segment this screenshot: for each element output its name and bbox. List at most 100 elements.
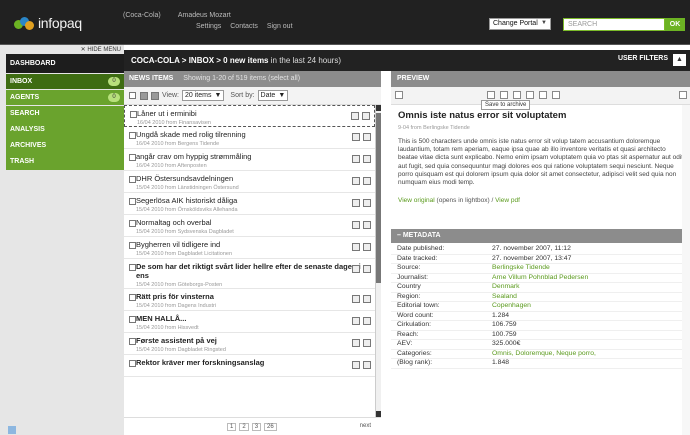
sidebar-item-search[interactable]: SEARCH (6, 106, 124, 122)
page-1-link[interactable]: 1 (227, 423, 237, 431)
news-list-scrollbar[interactable] (375, 105, 381, 417)
item-title[interactable]: Ungdå skade med rolig tilrenning (136, 130, 375, 139)
item-title[interactable]: angår crav om hyppig strømmåling (136, 152, 375, 161)
delete-icon[interactable] (363, 339, 371, 347)
delete-icon[interactable] (363, 295, 371, 303)
sidebar-item-inbox[interactable]: INBOX 0 (6, 74, 124, 89)
list-item[interactable]: Første assistent på vej 15/04 2010 from D… (124, 333, 375, 355)
metadata-value[interactable]: Sealand (492, 293, 517, 302)
archive-icon[interactable] (140, 91, 148, 100)
metadata-value[interactable]: Denmark (492, 283, 520, 292)
page-2-link[interactable]: 2 (239, 423, 249, 431)
archive-icon[interactable] (352, 339, 360, 347)
tag-icon[interactable] (526, 91, 534, 99)
user-filters-button[interactable]: USER FILTERS (618, 55, 668, 62)
item-title[interactable]: MEN HALLÅ... (136, 314, 375, 323)
item-title[interactable]: Rektor kräver mer forskningsanslag (136, 358, 375, 367)
item-title[interactable]: Segerlösa AIK historiskt dåliga (136, 196, 375, 205)
scroll-up-icon[interactable] (376, 105, 381, 111)
scrollbar-thumb[interactable] (376, 113, 381, 283)
sign-out-link[interactable]: Sign out (267, 23, 293, 30)
list-item[interactable]: Segerlösa AIK historiskt dåliga 15/04 201… (124, 193, 375, 215)
list-item[interactable]: Normaltag och overbal 15/04 2010 from Syd… (124, 215, 375, 237)
row-checkbox[interactable] (129, 198, 136, 205)
archive-icon[interactable] (352, 243, 360, 251)
archive-icon[interactable] (352, 133, 360, 141)
archive-icon[interactable] (352, 265, 360, 273)
delete-icon[interactable] (363, 265, 371, 273)
sidebar-item-archives[interactable]: ARCHIVES (6, 138, 124, 154)
archive-icon[interactable] (352, 221, 360, 229)
metadata-header[interactable]: – METADATA (391, 229, 690, 243)
list-item[interactable]: angår crav om hyppig strømmåling 16/04 20… (124, 149, 375, 171)
sidebar-item-dashboard[interactable]: DASHBOARD (6, 54, 124, 73)
expand-icon[interactable] (679, 91, 687, 99)
row-checkbox[interactable] (129, 360, 136, 367)
collapse-up-icon[interactable]: ▲ (673, 54, 686, 66)
row-checkbox[interactable] (129, 338, 136, 345)
metadata-value[interactable]: Omnis, Doloremque, Neque porro, (492, 350, 596, 359)
delete-icon[interactable] (363, 221, 371, 229)
list-item[interactable]: Rätt pris för vinsterna 15/04 2010 from D… (124, 289, 375, 311)
item-title[interactable]: Normaltag och overbal (136, 218, 375, 227)
share-icon[interactable] (539, 91, 547, 99)
back-icon[interactable] (395, 91, 403, 99)
delete-icon[interactable] (151, 91, 159, 100)
delete-icon[interactable] (363, 243, 371, 251)
settings-link[interactable]: Settings (196, 23, 221, 30)
list-item[interactable]: Rektor kräver mer forskningsanslag (124, 355, 375, 377)
view-count-select[interactable]: 20 items ▼ (182, 90, 225, 101)
delete-icon[interactable] (362, 112, 370, 120)
row-checkbox[interactable] (129, 316, 136, 323)
item-title[interactable]: Rätt pris för vinsterna (136, 292, 375, 301)
contacts-link[interactable]: Contacts (230, 23, 258, 30)
mail-icon[interactable] (513, 91, 521, 99)
list-item[interactable]: DHR Östersundsavdelningen 15/04 2010 from… (124, 171, 375, 193)
archive-icon[interactable] (352, 155, 360, 163)
print-icon[interactable] (500, 91, 508, 99)
archive-icon[interactable] (487, 91, 495, 99)
select-all-checkbox[interactable] (129, 92, 136, 99)
change-portal-select[interactable]: Change Portal ▼ (489, 18, 551, 30)
delete-icon[interactable] (363, 155, 371, 163)
list-item[interactable]: Bygherren vil tidligere ind 15/04 2010 fr… (124, 237, 375, 259)
row-checkbox[interactable] (129, 154, 136, 161)
row-checkbox[interactable] (129, 220, 136, 227)
row-checkbox[interactable] (129, 132, 136, 139)
sort-select[interactable]: Date ▼ (257, 90, 289, 101)
list-item[interactable]: Låner ut i erminibi 16/04 2010 from Finan… (124, 105, 375, 127)
metadata-value[interactable]: Arne Villum Pohnblad Pedersen (492, 274, 588, 283)
row-checkbox[interactable] (130, 111, 137, 118)
delete-icon[interactable] (363, 361, 371, 369)
breadcrumb-path[interactable]: COCA-COLA > INBOX > 0 new items (131, 56, 269, 65)
metadata-value[interactable]: Copenhagen (492, 302, 531, 311)
delete-icon[interactable] (363, 133, 371, 141)
archive-icon[interactable] (352, 199, 360, 207)
archive-icon[interactable] (351, 112, 359, 120)
delete-icon[interactable] (363, 317, 371, 325)
item-title[interactable]: Første assistent på vej (136, 336, 375, 345)
item-title[interactable]: DHR Östersundsavdelningen (136, 174, 375, 183)
preview-scrollbar[interactable] (682, 105, 690, 435)
item-title[interactable]: De som har det riktigt svårt lider hellr… (136, 262, 375, 280)
list-item[interactable]: MEN HALLÅ... 15/04 2010 from Hissvedt (124, 311, 375, 333)
item-title[interactable]: Bygherren vil tidligere ind (136, 240, 375, 249)
row-checkbox[interactable] (129, 242, 136, 249)
list-item[interactable]: Ungdå skade med rolig tilrenning 16/04 20… (124, 127, 375, 149)
search-input[interactable]: SEARCH (563, 18, 665, 31)
view-original-link[interactable]: View original (398, 197, 435, 204)
sidebar-item-trash[interactable]: TRASH (6, 154, 124, 170)
archive-icon[interactable] (352, 317, 360, 325)
row-checkbox[interactable] (129, 294, 136, 301)
delete-icon[interactable] (363, 177, 371, 185)
page-3-link[interactable]: 3 (251, 423, 262, 431)
infopaq-logo[interactable]: infopaq (14, 15, 82, 31)
view-pdf-link[interactable]: View pdf (495, 197, 520, 204)
hide-menu-link[interactable]: ✕ HIDE MENU (0, 46, 124, 53)
list-item[interactable]: De som har det riktigt svårt lider hellr… (124, 259, 375, 289)
sidebar-item-analysis[interactable]: ANALYSIS (6, 122, 124, 138)
page-last-link[interactable]: 26 (264, 423, 277, 431)
next-page-link[interactable]: next (360, 423, 371, 429)
sidebar-item-agents[interactable]: AGENTS 0 (6, 90, 124, 105)
archive-icon[interactable] (352, 361, 360, 369)
